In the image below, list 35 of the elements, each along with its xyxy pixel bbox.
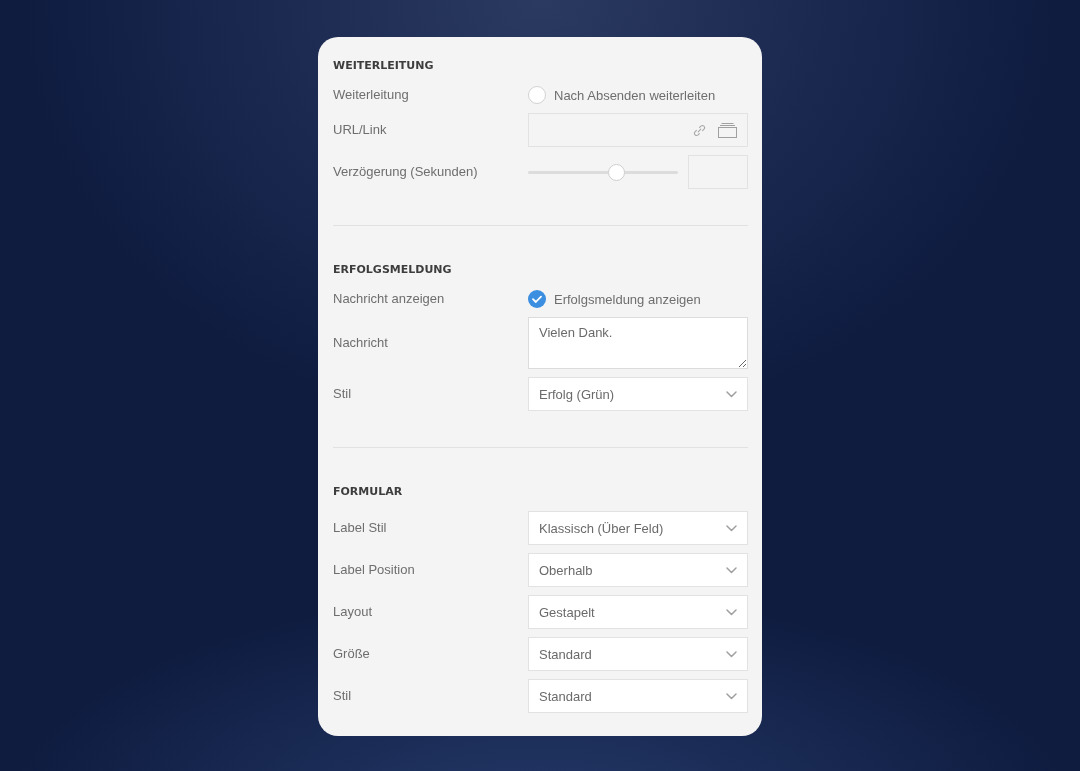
- radio-button[interactable]: [528, 86, 546, 104]
- chevron-down-icon: [726, 390, 737, 398]
- dropdown-select[interactable]: Erfolg (Grün): [528, 377, 748, 411]
- section-heading: ERFOLGSMELDUNG: [333, 262, 452, 278]
- field-label: Verzögerung (Sekunden): [333, 164, 478, 180]
- field-label: URL/Link: [333, 122, 387, 138]
- dropdown-select[interactable]: Oberhalb: [528, 553, 748, 587]
- section-heading: WEITERLEITUNG: [333, 58, 434, 74]
- slider-thumb[interactable]: [608, 163, 625, 181]
- dropdown-select[interactable]: Gestapelt: [528, 595, 748, 629]
- dropdown-select[interactable]: Standard: [528, 637, 748, 671]
- chevron-down-icon: [726, 650, 737, 658]
- field-label: Layout: [333, 604, 373, 620]
- url-field[interactable]: [528, 113, 748, 147]
- radio-label: Nach Absenden weiterleiten: [554, 87, 716, 103]
- section-heading: FORMULAR: [333, 484, 403, 500]
- field-label: Label Stil: [333, 520, 387, 536]
- link-icon[interactable]: [693, 123, 706, 137]
- chevron-down-icon: [726, 692, 737, 700]
- field-label: Größe: [333, 646, 370, 662]
- message-textarea[interactable]: Vielen Dank.: [528, 317, 748, 369]
- chevron-down-icon: [726, 608, 737, 616]
- checkbox-label: Erfolgsmeldung anzeigen: [554, 291, 701, 307]
- checkbox-checked-icon[interactable]: [528, 290, 546, 308]
- chevron-down-icon: [726, 524, 737, 532]
- field-label: Nachricht: [333, 335, 388, 351]
- field-label: Stil: [333, 688, 352, 704]
- stacked-tray-icon[interactable]: [718, 122, 737, 138]
- chevron-down-icon: [726, 566, 737, 574]
- field-label: Label Position: [333, 562, 415, 578]
- field-label: Weiterleitung: [333, 87, 409, 103]
- dropdown-select[interactable]: Standard: [528, 679, 748, 713]
- field-label: Nachricht anzeigen: [333, 291, 445, 307]
- dropdown-select[interactable]: Klassisch (Über Feld): [528, 511, 748, 545]
- field-label: Stil: [333, 386, 352, 402]
